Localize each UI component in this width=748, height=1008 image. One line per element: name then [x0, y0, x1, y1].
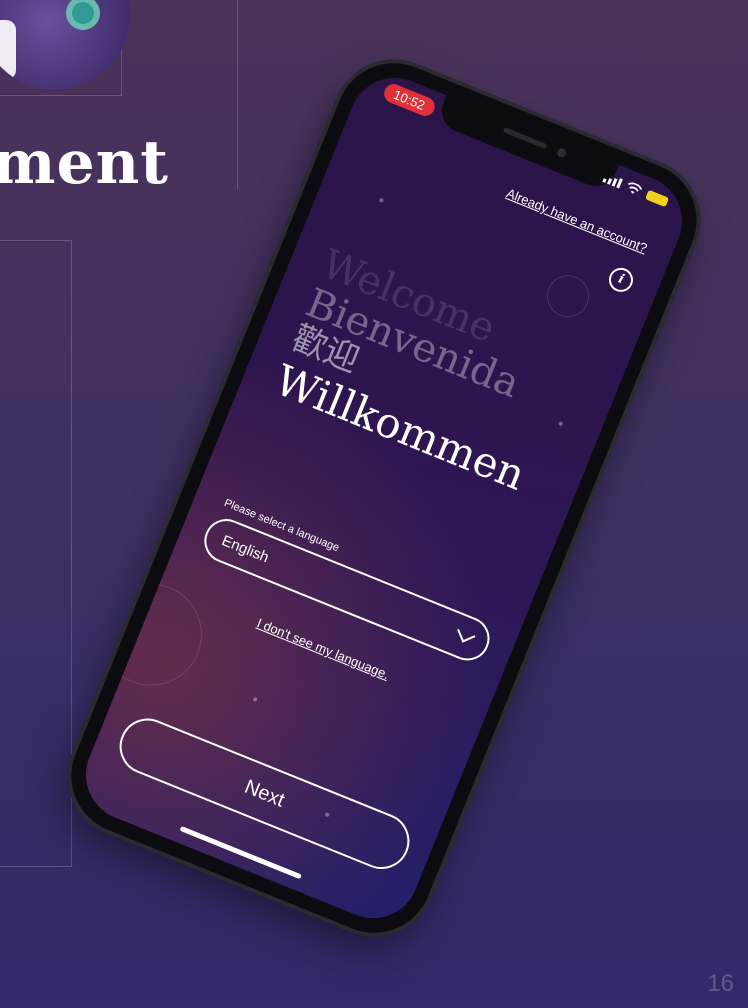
welcome-greetings: Welcome Bienvenida 歡迎 Willkommen	[268, 241, 578, 499]
slide-frame-line-right	[236, 0, 238, 189]
background-sparkle	[252, 696, 258, 703]
phone-notch	[435, 93, 620, 193]
signal-icon	[602, 173, 623, 189]
page-number: 16	[707, 970, 734, 997]
battery-icon	[645, 189, 670, 208]
wifi-icon	[628, 182, 643, 194]
slide-title: ment	[0, 128, 169, 198]
background-ring	[84, 568, 218, 701]
home-indicator[interactable]	[179, 825, 302, 880]
background-ring	[540, 268, 596, 324]
mascot-body	[0, 20, 16, 80]
background-sparkle	[558, 421, 564, 427]
mascot-eye	[66, 0, 100, 30]
front-camera	[555, 147, 568, 159]
info-icon[interactable]: i	[605, 264, 637, 296]
background-sparkle	[378, 197, 384, 203]
already-have-account-link[interactable]: Already have an account?	[504, 185, 649, 255]
slide-frame-line-box	[0, 240, 72, 867]
status-icons	[602, 172, 670, 209]
speaker-grille	[502, 127, 548, 150]
status-time: 10:52	[381, 81, 438, 119]
next-button[interactable]: Next	[111, 710, 418, 878]
chevron-down-icon	[457, 624, 476, 643]
language-selected-value: English	[219, 531, 272, 566]
language-select[interactable]: English	[197, 512, 497, 668]
